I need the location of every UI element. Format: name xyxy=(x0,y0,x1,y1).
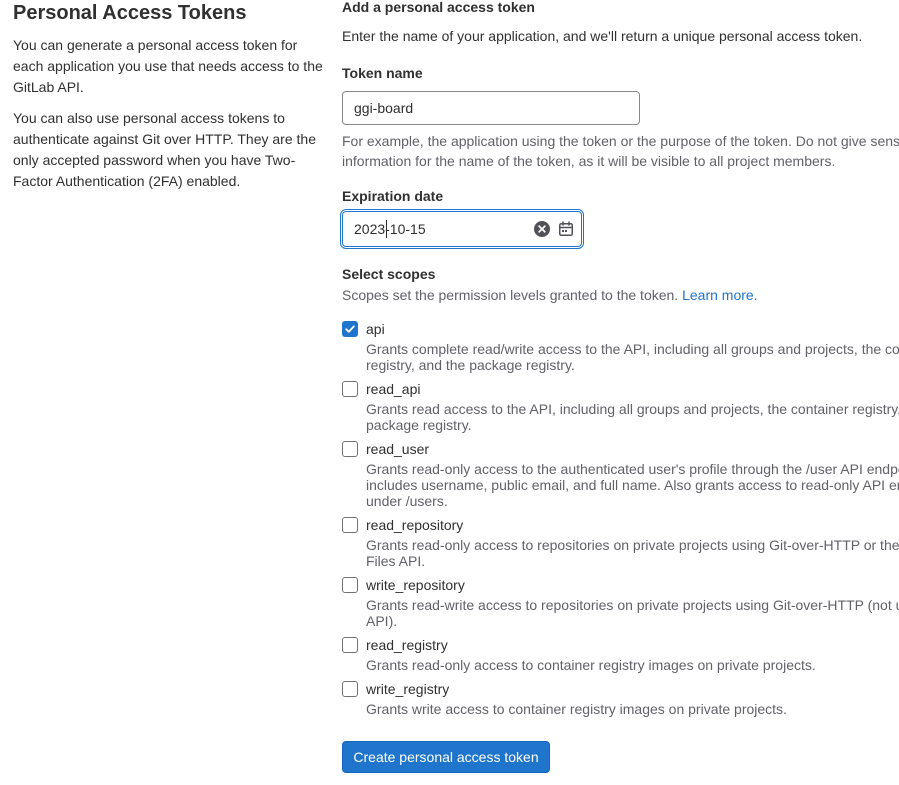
scopes-description: Scopes set the permission levels granted… xyxy=(342,285,758,305)
expiration-date-label: Expiration date xyxy=(342,188,444,204)
scope-description-line: Grants write access to container registr… xyxy=(366,701,787,717)
scope-description-line: Grants read-write access to repositories… xyxy=(366,597,899,613)
scope-description: Grants write access to container registr… xyxy=(366,701,787,717)
clear-icon[interactable] xyxy=(534,221,550,237)
scope-description-line: API). xyxy=(366,613,398,629)
info-paragraph-generate: You can generate a personal access token… xyxy=(13,37,323,95)
scope-checkbox-read-user[interactable] xyxy=(342,441,358,457)
scope-checkbox-read-api[interactable] xyxy=(342,381,358,397)
scope-checkbox-write-repository[interactable] xyxy=(342,577,358,593)
scope-description-line: registry, and the package registry. xyxy=(366,357,575,373)
create-token-button[interactable]: Create personal access token xyxy=(342,741,550,773)
scopes-description-text: Scopes set the permission levels granted… xyxy=(342,287,679,303)
scope-description-line: Grants read access to the API, including… xyxy=(366,401,899,417)
learn-more-link[interactable]: Learn more. xyxy=(682,287,757,303)
info-paragraph-git-http: You can also use personal access tokens … xyxy=(13,110,316,189)
token-name-help: For example, the application using the t… xyxy=(342,131,899,171)
calendar-icon[interactable] xyxy=(558,221,574,237)
scope-checkbox-read-repository[interactable] xyxy=(342,517,358,533)
token-name-help-line: For example, the application using the t… xyxy=(342,133,899,149)
token-name-label: Token name xyxy=(342,65,423,81)
scope-name[interactable]: write_registry xyxy=(366,679,449,699)
select-scopes-label: Select scopes xyxy=(342,266,436,282)
scope-description-line: package registry. xyxy=(366,417,472,433)
scope-name[interactable]: read_repository xyxy=(366,515,463,535)
scope-name[interactable]: read_registry xyxy=(366,635,448,655)
expiration-date-input[interactable]: 2023-10-15 xyxy=(342,211,582,247)
scope-name[interactable]: write_repository xyxy=(366,575,465,595)
token-name-help-line: information for the name of the token, a… xyxy=(342,153,836,169)
scope-description: Grants read-only access to container reg… xyxy=(366,657,816,673)
info-panel: Personal Access Tokens You can generate … xyxy=(13,0,325,192)
scope-checkbox-read-registry[interactable] xyxy=(342,637,358,653)
text-caret xyxy=(386,220,387,238)
scope-checkbox-api[interactable] xyxy=(342,321,358,337)
scope-description-line: Grants read-only access to container reg… xyxy=(366,657,816,673)
scope-description: Grants read access to the API, including… xyxy=(366,401,899,433)
form-title: Add a personal access token xyxy=(342,0,535,15)
scope-description-line: Grants read-only access to repositories … xyxy=(366,537,899,553)
scope-description-line: Grants read-only access to the authentic… xyxy=(366,461,899,477)
scope-name[interactable]: api xyxy=(366,319,385,339)
scope-description: Grants complete read/write access to the… xyxy=(366,341,899,373)
token-name-input[interactable] xyxy=(342,91,640,125)
scope-name[interactable]: read_api xyxy=(366,379,421,399)
scope-name[interactable]: read_user xyxy=(366,439,429,459)
scope-checkbox-write-registry[interactable] xyxy=(342,681,358,697)
scope-description-line: Files API. xyxy=(366,553,426,569)
personal-access-tokens-page: Personal Access Tokens You can generate … xyxy=(0,0,899,785)
scope-description-line: Grants complete read/write access to the… xyxy=(366,341,899,357)
form-description: Enter the name of your application, and … xyxy=(342,28,863,44)
scope-description-line: under /users. xyxy=(366,493,448,509)
scope-description: Grants read-only access to the authentic… xyxy=(366,461,899,509)
page-title: Personal Access Tokens xyxy=(13,2,247,24)
scope-description: Grants read-write access to repositories… xyxy=(366,597,899,629)
scope-description: Grants read-only access to repositories … xyxy=(366,537,899,569)
scope-description-line: includes username, public email, and ful… xyxy=(366,477,899,493)
expiration-date-value[interactable]: 2023-10-15 xyxy=(354,219,426,239)
